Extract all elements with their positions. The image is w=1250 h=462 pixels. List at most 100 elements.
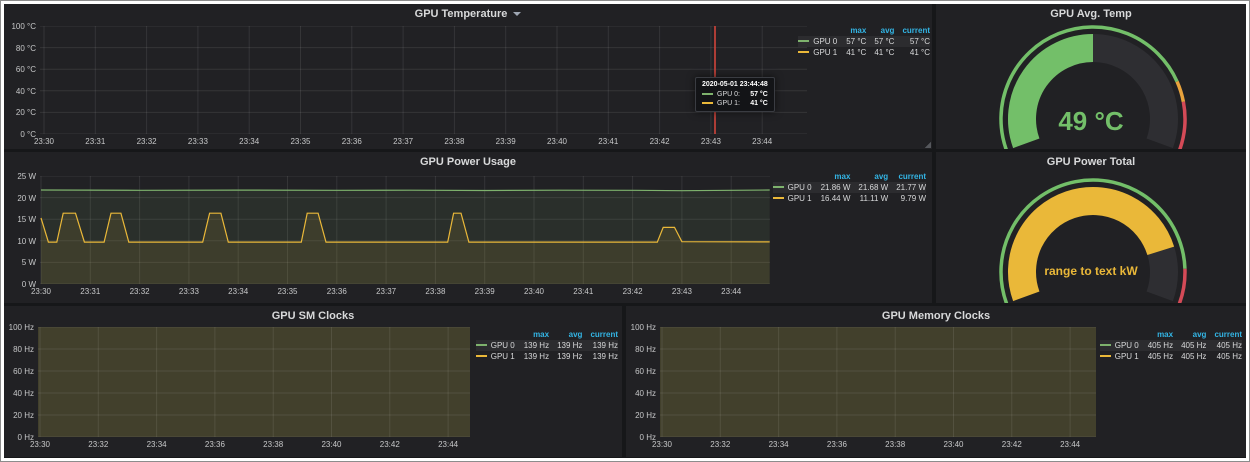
y-tick-label: 80 Hz — [4, 345, 34, 354]
panel-resize-handle[interactable] — [924, 141, 931, 148]
legend-stat: 139 Hz — [549, 340, 582, 351]
legend-series-gpu0[interactable]: GPU 0 — [798, 36, 838, 47]
tooltip-row: GPU 0:57 °C — [702, 90, 768, 99]
panel-title-gpu-sm-clocks[interactable]: GPU SM Clocks — [4, 306, 622, 326]
x-tick-label: 23:43 — [691, 137, 731, 146]
x-tick-label: 23:40 — [537, 137, 577, 146]
panel-gpu-avg-temp: GPU Avg. Temp 49 °C — [936, 4, 1246, 149]
legend-stat: 57 °C — [866, 36, 894, 47]
chevron-down-icon[interactable] — [513, 12, 521, 16]
panel-title-gpu-memory-clocks[interactable]: GPU Memory Clocks — [626, 306, 1246, 326]
x-tick-label: 23:42 — [370, 440, 410, 449]
legend-series-gpu0[interactable]: GPU 0 — [773, 182, 813, 193]
x-tick-label: 23:33 — [169, 287, 209, 296]
panel-title-gpu-temperature[interactable]: GPU Temperature — [4, 4, 932, 24]
panel-title-text: GPU Memory Clocks — [882, 310, 990, 322]
x-tick-label: 23:43 — [662, 287, 702, 296]
legend-header-avg[interactable]: avg — [549, 330, 582, 340]
panel-gpu-power-usage: GPU Power Usage max avg current GPU 0 21… — [4, 152, 932, 303]
x-tick-label: 23:32 — [120, 287, 160, 296]
grafana-dashboard: GPU Temperature 2020-05-01 23:44:48 GPU … — [4, 4, 1246, 458]
legend-header-avg[interactable]: avg — [850, 172, 888, 182]
x-tick-label: 23:37 — [366, 287, 406, 296]
y-tick-label: 80 °C — [4, 44, 36, 53]
x-tick-label: 23:42 — [613, 287, 653, 296]
y-tick-label: 20 Hz — [626, 411, 656, 420]
legend-header-current[interactable]: current — [582, 330, 618, 340]
legend-series-gpu1[interactable]: GPU 1 — [476, 351, 516, 362]
x-tick-label: 23:33 — [178, 137, 218, 146]
x-tick-label: 23:35 — [281, 137, 321, 146]
x-tick-label: 23:30 — [24, 137, 64, 146]
legend-header-row: max avg current — [1100, 330, 1242, 340]
y-tick-label: 10 W — [4, 237, 36, 246]
legend-header-avg[interactable]: avg — [1173, 330, 1206, 340]
legend-stat: 405 Hz — [1140, 351, 1173, 362]
panel-gpu-temperature: GPU Temperature 2020-05-01 23:44:48 GPU … — [4, 4, 932, 149]
legend-stat: 41 °C — [866, 47, 894, 58]
panel-title-text: GPU SM Clocks — [272, 310, 355, 322]
x-tick-label: 23:37 — [383, 137, 423, 146]
series-dash-icon — [798, 51, 809, 53]
panel-title-text: GPU Avg. Temp — [1050, 8, 1132, 20]
legend-stat: 405 Hz — [1173, 351, 1206, 362]
series-dash-icon — [773, 197, 784, 199]
x-tick-label: 23:31 — [75, 137, 115, 146]
series-dash-icon — [798, 40, 809, 42]
legend-row-gpu1: GPU 1 405 Hz 405 Hz 405 Hz — [1100, 351, 1242, 362]
legend-stat: 57 °C — [894, 36, 930, 47]
x-tick-label: 23:34 — [759, 440, 799, 449]
chart-plot-area[interactable] — [660, 327, 1096, 437]
x-tick-label: 23:30 — [21, 287, 61, 296]
series-dash-icon — [702, 102, 713, 104]
legend-stat: 139 Hz — [582, 340, 618, 351]
y-tick-label: 60 Hz — [626, 367, 656, 376]
x-tick-label: 23:32 — [127, 137, 167, 146]
legend-header-current[interactable]: current — [1206, 330, 1242, 340]
legend-header-max[interactable]: max — [838, 26, 866, 36]
legend-stat: 9.79 W — [888, 193, 926, 204]
series-dash-icon — [1100, 355, 1111, 357]
x-tick-label: 23:42 — [640, 137, 680, 146]
legend-series-gpu1[interactable]: GPU 1 — [773, 193, 813, 204]
legend-row-gpu1: GPU 1 139 Hz 139 Hz 139 Hz — [476, 351, 618, 362]
chart-tooltip: 2020-05-01 23:44:48 GPU 0:57 °C GPU 1:41… — [695, 77, 775, 112]
chart-plot-area[interactable] — [38, 327, 470, 437]
legend-row-gpu0: GPU 0 21.86 W 21.68 W 21.77 W — [773, 182, 926, 193]
legend-stat: 139 Hz — [582, 351, 618, 362]
panel-title-gpu-power-usage[interactable]: GPU Power Usage — [4, 152, 932, 172]
x-tick-label: 23:36 — [317, 287, 357, 296]
legend-header-row: max avg current — [798, 26, 930, 36]
legend-stat: 57 °C — [838, 36, 866, 47]
y-tick-label: 40 °C — [4, 87, 36, 96]
chart-plot-area[interactable] — [40, 176, 770, 284]
legend-series-gpu0[interactable]: GPU 0 — [476, 340, 516, 351]
panel-title-gpu-avg-temp[interactable]: GPU Avg. Temp — [936, 4, 1246, 24]
y-tick-label: 60 °C — [4, 65, 36, 74]
x-tick-label: 23:34 — [218, 287, 258, 296]
x-tick-label: 23:34 — [137, 440, 177, 449]
legend-gpu-memory-clocks: max avg current GPU 0 405 Hz 405 Hz 405 … — [1100, 330, 1242, 362]
legend-series-gpu0[interactable]: GPU 0 — [1100, 340, 1140, 351]
chart-plot-area[interactable] — [40, 26, 807, 134]
legend-header-avg[interactable]: avg — [866, 26, 894, 36]
legend-stat: 405 Hz — [1206, 351, 1242, 362]
legend-header-max[interactable]: max — [1140, 330, 1173, 340]
y-tick-label: 20 Hz — [4, 411, 34, 420]
x-tick-label: 23:30 — [20, 440, 60, 449]
gauge-value-text: 49 °C — [936, 106, 1246, 137]
legend-series-gpu1[interactable]: GPU 1 — [798, 47, 838, 58]
x-tick-label: 23:36 — [332, 137, 372, 146]
legend-header-max[interactable]: max — [813, 172, 851, 182]
x-tick-label: 23:36 — [195, 440, 235, 449]
panel-title-gpu-power-total[interactable]: GPU Power Total — [936, 152, 1246, 172]
series-dash-icon — [1100, 344, 1111, 346]
legend-header-max[interactable]: max — [516, 330, 549, 340]
legend-stat: 139 Hz — [516, 351, 549, 362]
legend-series-gpu1[interactable]: GPU 1 — [1100, 351, 1140, 362]
x-tick-label: 23:44 — [428, 440, 468, 449]
panel-title-text: GPU Power Total — [1047, 156, 1135, 168]
legend-header-current[interactable]: current — [894, 26, 930, 36]
legend-header-current[interactable]: current — [888, 172, 926, 182]
panel-gpu-power-total: GPU Power Total range to text kW — [936, 152, 1246, 303]
